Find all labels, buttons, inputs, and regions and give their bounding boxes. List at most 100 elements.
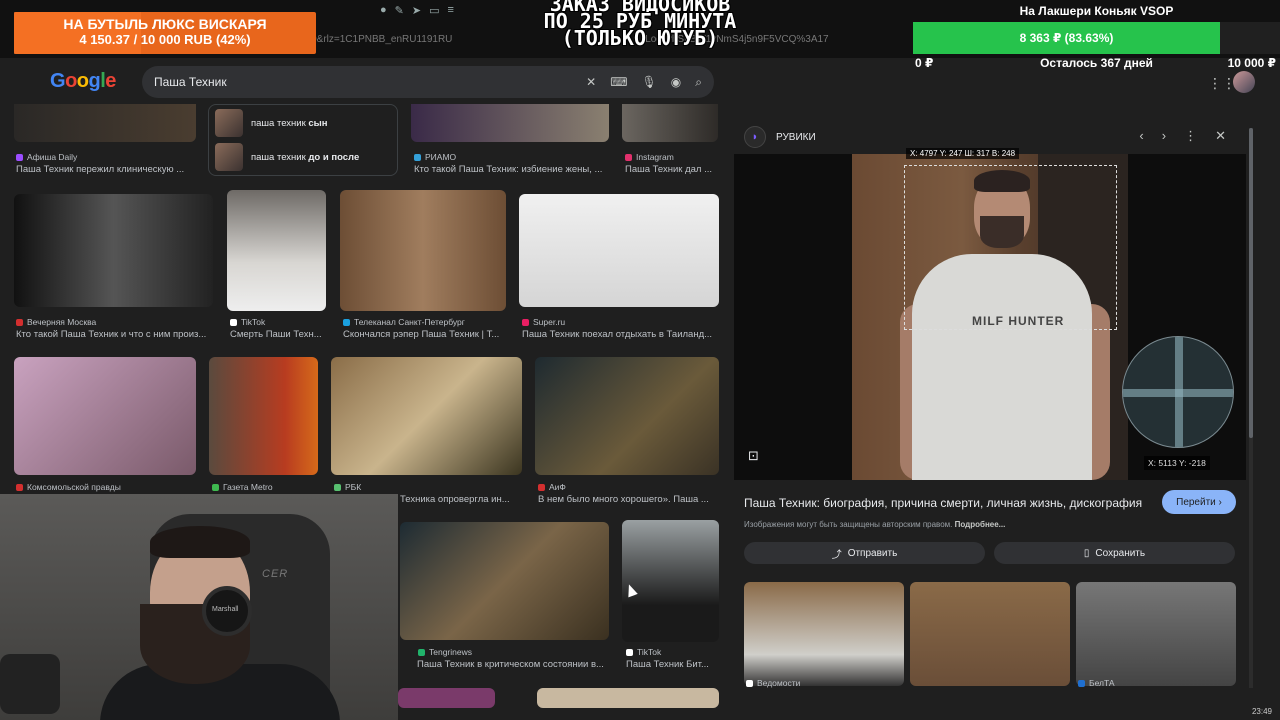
- result-title[interactable]: Паша Техник в критическом состоянии в...: [417, 659, 609, 670]
- square-icon[interactable]: ▭: [429, 4, 439, 17]
- result-thumb[interactable]: [14, 357, 196, 475]
- result-title[interactable]: Техника опровергла ин...: [400, 494, 520, 505]
- favicon: [414, 153, 421, 161]
- similar-image[interactable]: [910, 582, 1070, 686]
- headphone-brand: Marshall: [212, 606, 239, 613]
- favicon: [212, 483, 219, 491]
- close-icon[interactable]: ✕: [1215, 128, 1226, 144]
- image-preview-panel: ◗ РУВИКИ ‹ › ⋮ ✕ MILF HUNTER X: 4797 Y: …: [734, 118, 1246, 720]
- result-source[interactable]: РИАМО: [414, 152, 456, 162]
- copyright-note: Изображения могут быть защищены авторски…: [744, 520, 1006, 529]
- microphone: [0, 654, 60, 714]
- lens-search-icon[interactable]: ⊡: [748, 448, 759, 464]
- selection-box[interactable]: [904, 165, 1117, 330]
- similar-image[interactable]: [1076, 582, 1236, 686]
- similar-source[interactable]: Ведомости: [746, 678, 800, 688]
- result-thumb[interactable]: [411, 104, 609, 142]
- result-source[interactable]: TikTok: [230, 317, 265, 327]
- mic-icon[interactable]: 🎙︎: [642, 75, 657, 90]
- favicon: [343, 318, 350, 326]
- result-thumb[interactable]: [622, 104, 718, 142]
- result-title[interactable]: Смерть Паши Техн...: [230, 329, 326, 340]
- result-title[interactable]: Скончался рэпер Паша Техник | Т...: [343, 329, 506, 340]
- lens-icon[interactable]: ◉: [671, 75, 681, 90]
- pen-icon[interactable]: ✎: [395, 4, 404, 17]
- result-source[interactable]: РБК: [334, 482, 361, 492]
- cursor-icon[interactable]: ➤: [412, 4, 421, 17]
- result-title[interactable]: Паша Техник дал ...: [625, 164, 720, 175]
- result-thumb[interactable]: [535, 357, 719, 475]
- preview-image[interactable]: MILF HUNTER X: 4797 Y: 247 Ш: 317 В: 248…: [734, 148, 1246, 480]
- chair-brand: CER: [262, 568, 289, 580]
- similar-image[interactable]: [744, 582, 904, 686]
- result-thumb[interactable]: [227, 190, 326, 311]
- result-source[interactable]: Телеканал Санкт-Петербург: [343, 317, 465, 327]
- result-source[interactable]: Super.ru: [522, 317, 565, 327]
- google-logo[interactable]: Google: [50, 70, 116, 93]
- result-thumb[interactable]: [14, 104, 196, 142]
- donation-goal-cognac: На Лакшери Коньяк VSOP 8 363 ₽ (83.63%) …: [913, 0, 1280, 72]
- result-source[interactable]: АиФ: [538, 482, 566, 492]
- result-title[interactable]: Паша Техник поехал отдыхать в Таиланд...: [522, 329, 718, 340]
- related-item[interactable]: паша техник до и после: [215, 143, 359, 171]
- url-fragment: 8e0&rlz=1C1PNBB_enRU1191RU: [300, 34, 453, 45]
- search-input[interactable]: Паша Техник: [154, 75, 586, 89]
- keyboard-icon[interactable]: ⌨: [610, 75, 627, 90]
- goal-value: 8 363 ₽ (83.63%): [1019, 31, 1114, 45]
- result-source[interactable]: Tengrinews: [418, 647, 472, 657]
- more-link[interactable]: Подробнее...: [955, 520, 1006, 529]
- result-title[interactable]: Кто такой Паша Техник: избиение жены, ..…: [414, 164, 609, 175]
- result-thumb[interactable]: [14, 194, 213, 307]
- prev-icon[interactable]: ‹: [1139, 128, 1143, 144]
- account-avatar[interactable]: [1233, 71, 1255, 93]
- ruler-icon[interactable]: ≡: [448, 4, 454, 17]
- similar-source[interactable]: БелТА: [1078, 678, 1115, 688]
- clear-icon[interactable]: ✕: [586, 75, 596, 90]
- result-thumb[interactable]: [622, 520, 719, 642]
- search-box[interactable]: Паша Техник ✕ ⌨ 🎙︎ ◉ ⌕: [142, 66, 714, 98]
- result-thumb[interactable]: [400, 522, 609, 640]
- magnifier-coords: X: 5113 Y: -218: [1144, 456, 1210, 470]
- goal-bar: 8 363 ₽ (83.63%): [913, 22, 1280, 54]
- favicon: [626, 648, 633, 656]
- panel-controls: ‹ › ⋮ ✕: [1139, 128, 1226, 144]
- scroll-thumb[interactable]: [1249, 128, 1253, 438]
- result-source[interactable]: Комсомольской правды: [16, 482, 121, 492]
- result-source[interactable]: TikTok: [626, 647, 661, 657]
- panel-scrollbar[interactable]: [1249, 128, 1253, 688]
- ruviki-logo-icon: ◗: [744, 126, 766, 148]
- result-title[interactable]: Паша Техник пережил клиническую ...: [16, 164, 196, 175]
- share-button[interactable]: ⤴ Отправить: [744, 542, 985, 564]
- related-thumb: [215, 143, 243, 171]
- related-label: паша техник сын: [251, 117, 328, 129]
- result-page-title[interactable]: Паша Техник: биография, причина смерти, …: [744, 496, 1142, 510]
- result-thumb[interactable]: [519, 194, 719, 307]
- favicon: [746, 679, 753, 687]
- panel-source[interactable]: ◗ РУВИКИ: [744, 126, 816, 148]
- globe-icon[interactable]: ●: [380, 4, 387, 17]
- result-thumb[interactable]: [331, 357, 522, 475]
- clock: 23:49: [1251, 707, 1272, 716]
- result-title[interactable]: В нем было много хорошего». Паша ...: [538, 494, 718, 505]
- result-title[interactable]: Кто такой Паша Техник и что с ним произ.…: [16, 329, 212, 340]
- result-thumb[interactable]: [340, 190, 506, 311]
- goal-days-left: Осталось 367 дней: [1040, 56, 1153, 70]
- result-source[interactable]: Афиша Daily: [16, 152, 77, 162]
- search-icon[interactable]: ⌕: [695, 75, 702, 90]
- save-button[interactable]: ▯ Сохранить: [994, 542, 1235, 564]
- visit-button[interactable]: Перейти ›: [1162, 490, 1236, 514]
- result-source[interactable]: Instagram: [625, 152, 674, 162]
- bookmark-icon: ▯: [1083, 547, 1090, 559]
- result-thumb[interactable]: [398, 688, 495, 708]
- result-thumb[interactable]: [209, 357, 318, 475]
- result-title[interactable]: Паша Техник Бит...: [626, 659, 720, 670]
- screen: 8e0&rlz=1C1PNBB_enRU1191RU Loo-PbSLBW1yN…: [0, 0, 1280, 720]
- result-source[interactable]: Вечерняя Москва: [16, 317, 96, 327]
- related-item[interactable]: паша техник сын: [215, 109, 328, 137]
- donation-goal-whisky: НА БУТЫЛЬ ЛЮКС ВИСКАРЯ 4 150.37 / 10 000…: [14, 12, 316, 54]
- more-icon[interactable]: ⋮: [1184, 128, 1197, 144]
- result-source[interactable]: Газета Metro: [212, 482, 273, 492]
- result-thumb[interactable]: [537, 688, 719, 708]
- streamer-hair: [150, 526, 250, 558]
- next-icon[interactable]: ›: [1162, 128, 1166, 144]
